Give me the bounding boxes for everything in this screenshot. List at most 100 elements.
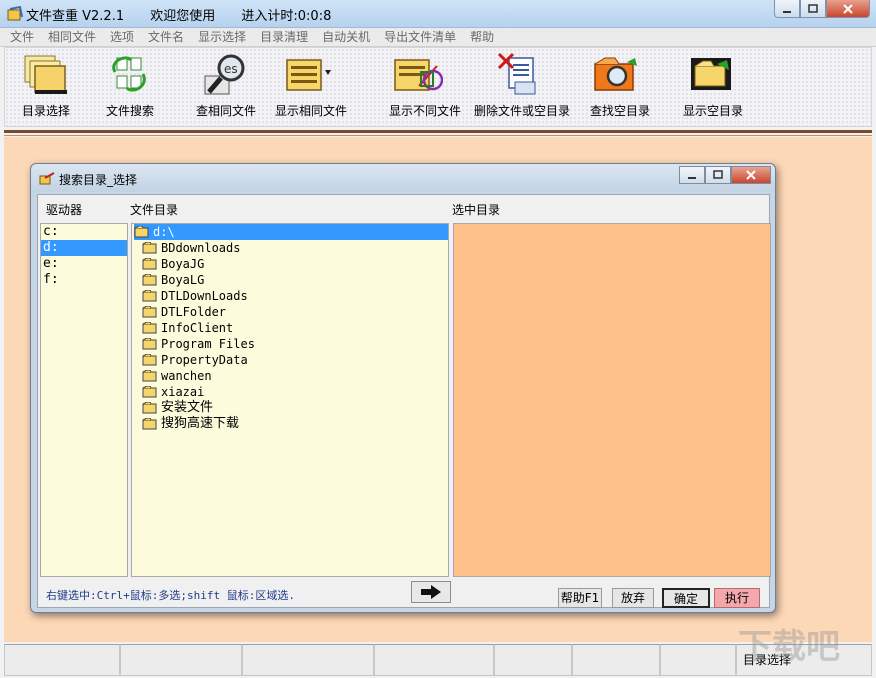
show-diff-files-label: 显示不同文件 <box>388 104 461 118</box>
dir-item[interactable]: BDdownloads <box>132 240 448 256</box>
folder-icon <box>142 402 157 414</box>
dialog-close-button[interactable] <box>731 166 771 184</box>
file-search-icon <box>112 56 146 92</box>
show-empty-folder-icon <box>691 58 731 90</box>
title-bar: 文件查重 V2.2.1 欢迎您使用 进入计时:0:0:8 <box>0 0 876 28</box>
show-same-files-button[interactable]: 显示相同文件 <box>269 48 353 126</box>
file-search-button[interactable]: 文件搜索 <box>95 48 165 126</box>
drive-list[interactable]: c: d: e: f: <box>40 223 128 577</box>
menu-dir-cleanup[interactable]: 目录清理 <box>260 28 308 46</box>
close-button[interactable] <box>826 0 870 18</box>
show-same-files-label: 显示相同文件 <box>274 104 347 118</box>
ok-button[interactable]: 确定 <box>662 588 710 608</box>
dir-item[interactable]: 搜狗高速下载 <box>132 416 448 432</box>
dir-item[interactable]: PropertyData <box>132 352 448 368</box>
delete-files-label: 删除文件或空目录 <box>473 104 570 118</box>
list-dropdown-icon <box>286 59 331 91</box>
app-icon <box>7 5 23 21</box>
menu-export-list[interactable]: 导出文件清单 <box>384 28 456 46</box>
folder-icon <box>142 370 157 382</box>
menu-filename[interactable]: 文件名 <box>148 28 184 46</box>
add-dir-button[interactable] <box>411 581 451 603</box>
show-empty-dirs-label: 显示空目录 <box>682 104 743 118</box>
drive-item[interactable]: e: <box>41 256 127 272</box>
dir-item[interactable]: BoyaJG <box>132 256 448 272</box>
dir-item-label: xiazai <box>161 385 205 399</box>
help-button[interactable]: 帮助F1 <box>558 588 602 608</box>
dialog-body: 驱动器 文件目录 选中目录 c: d: e: f: d:\ BDdownload… <box>37 194 771 608</box>
maximize-button[interactable] <box>800 0 826 18</box>
app-name: 文件查重 V2.2.1 <box>26 9 125 24</box>
watermark-logo: 下载吧 <box>738 627 840 666</box>
dir-item-label: 安装文件 <box>161 400 214 415</box>
folder-icon <box>142 242 157 254</box>
status-cell <box>374 644 494 676</box>
selected-dir-header: 选中目录 <box>452 203 501 217</box>
folder-icon <box>142 386 157 398</box>
dir-item[interactable]: wanchen <box>132 368 448 384</box>
dir-item[interactable]: 安装文件 <box>132 400 448 416</box>
window-title: 文件查重 V2.2.1 欢迎您使用 进入计时:0:0:8 <box>26 5 353 24</box>
dir-item-root[interactable]: d:\ <box>134 224 448 240</box>
menu-bar: 文件 相同文件 选项 文件名 显示选择 目录清理 自动关机 导出文件清单 帮助 <box>0 28 876 47</box>
menu-display-select[interactable]: 显示选择 <box>198 28 246 46</box>
dialog-maximize-button[interactable] <box>705 166 731 184</box>
show-empty-dirs-button[interactable]: 显示空目录 <box>675 48 751 126</box>
status-cell <box>572 644 660 676</box>
find-same-files-button[interactable]: es 查相同文件 <box>185 48 267 126</box>
drive-item-selected[interactable]: d: <box>41 240 127 256</box>
dir-item[interactable]: Program Files <box>132 336 448 352</box>
drive-header: 驱动器 <box>46 203 83 217</box>
menu-same-files[interactable]: 相同文件 <box>48 28 96 46</box>
menu-help[interactable]: 帮助 <box>470 28 494 46</box>
dir-item-label: wanchen <box>161 369 212 383</box>
show-diff-files-button[interactable]: 显示不同文件 <box>385 48 465 126</box>
dialog-minimize-button[interactable] <box>679 166 705 184</box>
execute-button[interactable]: 执行 <box>714 588 760 608</box>
dir-select-button[interactable]: 目录选择 <box>9 48 83 126</box>
drive-item[interactable]: f: <box>41 272 127 288</box>
window-controls <box>774 0 870 18</box>
folder-icon <box>142 290 157 302</box>
dialog-window-controls <box>679 166 771 184</box>
dialog-app-icon <box>39 172 55 185</box>
file-search-label: 文件搜索 <box>105 104 154 118</box>
status-cell <box>660 644 736 676</box>
dir-item[interactable]: DTLFolder <box>132 304 448 320</box>
dir-item-label: Program Files <box>161 337 255 351</box>
open-folder-icon <box>134 226 149 238</box>
selected-dir-list[interactable] <box>453 223 771 577</box>
menu-auto-shutdown[interactable]: 自动关机 <box>322 28 370 46</box>
dir-item-label: DTLDownLoads <box>161 289 248 303</box>
minimize-button[interactable] <box>774 0 800 18</box>
find-empty-folder-icon <box>594 57 637 91</box>
find-empty-dirs-button[interactable]: 查找空目录 <box>583 48 657 126</box>
drive-item[interactable]: c: <box>41 224 127 240</box>
dir-item[interactable]: xiazai <box>132 384 448 400</box>
dir-item[interactable]: DTLDownLoads <box>132 288 448 304</box>
search-dir-dialog: 搜索目录_选择 驱动器 文件目录 选中目录 c: d: e: f: d:\ BD… <box>30 163 776 613</box>
folder-icon <box>142 354 157 366</box>
folder-icon <box>142 274 157 286</box>
selection-hint: 右键选中:Ctrl+鼠标:多选;shift 鼠标:区域选. <box>46 589 295 602</box>
folder-icon <box>142 322 157 334</box>
dir-list[interactable]: d:\ BDdownloads BoyaJG BoyaLG DTLDownLoa… <box>131 223 449 577</box>
folder-icon <box>142 418 157 430</box>
delete-files-button[interactable]: 删除文件或空目录 <box>469 48 575 126</box>
folder-icon <box>142 306 157 318</box>
dir-select-label: 目录选择 <box>21 104 70 118</box>
dir-item-label: InfoClient <box>161 321 234 335</box>
dir-item-label: 搜狗高速下载 <box>161 416 240 431</box>
cancel-button[interactable]: 放弃 <box>612 588 654 608</box>
toolbar-divider <box>4 130 872 133</box>
dir-item-label: BoyaLG <box>161 273 205 287</box>
maximize-icon <box>808 3 818 13</box>
dir-item-label: DTLFolder <box>161 305 227 319</box>
dir-item[interactable]: InfoClient <box>132 320 448 336</box>
menu-file[interactable]: 文件 <box>10 28 34 46</box>
find-empty-dirs-label: 查找空目录 <box>589 104 650 118</box>
toolbar: 目录选择 文件搜索 es 查相同文件 显示相同文件 显示不同文件 删除文件或空目… <box>4 47 872 127</box>
dir-item-label: BDdownloads <box>161 241 241 255</box>
menu-options[interactable]: 选项 <box>110 28 134 46</box>
dir-item[interactable]: BoyaLG <box>132 272 448 288</box>
